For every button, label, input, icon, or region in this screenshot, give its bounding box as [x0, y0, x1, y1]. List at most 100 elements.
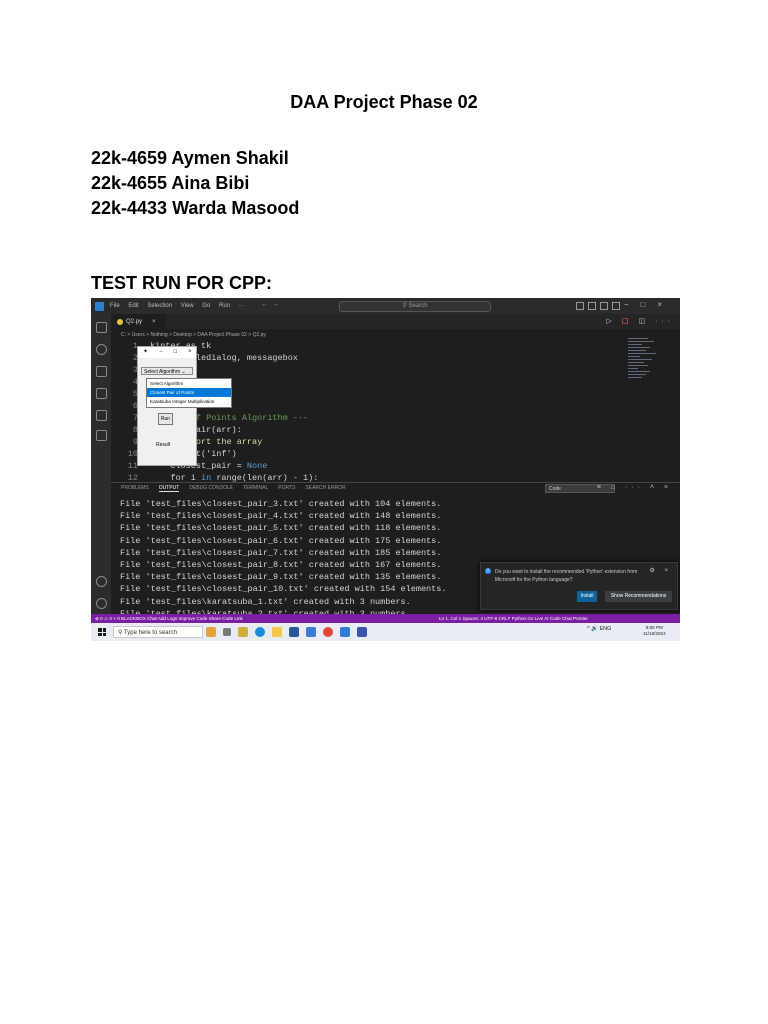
status-left[interactable]: ⊗ 0 ⚠ 0 ⑂ 0 BLACKBOX Chat Add Logs Impro… — [95, 614, 243, 623]
install-button[interactable]: Install — [577, 591, 597, 602]
run-button[interactable]: Run — [158, 413, 173, 425]
run-controls[interactable]: ▷ ▢ ◫ ··· — [607, 317, 674, 325]
taskbar-clock[interactable]: 9:00 PM 11/16/2024 — [643, 625, 666, 637]
output-line: File 'test_files\closest_pair_3.txt' cre… — [120, 499, 442, 509]
panel-tab-search-error[interactable]: SEARCH ERROR — [305, 485, 345, 492]
store-icon[interactable] — [289, 627, 299, 637]
output-line: File 'test_files\closest_pair_7.txt' cre… — [120, 547, 442, 558]
panel-tabs: PROBLEMS OUTPUT DEBUG CONSOLE TERMINAL P… — [121, 485, 356, 492]
status-bar: ⊗ 0 ⚠ 0 ⑂ 0 BLACKBOX Chat Add Logs Impro… — [91, 614, 680, 623]
close-icon[interactable]: × — [152, 319, 156, 325]
account-icon[interactable] — [96, 576, 107, 587]
google-chrome-icon[interactable] — [323, 627, 333, 637]
dropdown-option[interactable]: Select Algorithm — [147, 379, 231, 388]
chrome-icon[interactable] — [238, 627, 248, 637]
algorithm-select[interactable]: Select Algorithm ⌄ — [141, 367, 193, 375]
menu-item[interactable]: Go — [202, 303, 210, 309]
code-keyword: None — [246, 461, 268, 471]
layout-icon[interactable] — [576, 302, 584, 310]
output-line: File 'test_files\closest_pair_5.txt' cre… — [120, 523, 442, 534]
layout-icon[interactable] — [612, 302, 620, 310]
window-controls[interactable]: −□× — [624, 300, 674, 309]
line-number: 8 — [132, 425, 138, 435]
breadcrumb[interactable]: C: > Users > Nothing > Desktop > DAA Pro… — [121, 332, 266, 338]
line-number: 9 — [132, 437, 138, 447]
output-log: File 'test_files\closest_pair_3.txt' cre… — [120, 498, 446, 620]
menu-item[interactable]: Selection — [147, 303, 172, 309]
source-control-icon[interactable] — [96, 366, 107, 377]
layout-icon[interactable] — [600, 302, 608, 310]
minimap[interactable] — [628, 338, 658, 408]
dropdown-option-selected[interactable]: Closest Pair of Points — [147, 388, 231, 397]
taskbar-search-placeholder: Type here to search — [123, 630, 177, 636]
windows-start-icon[interactable] — [98, 628, 106, 636]
panel-tab-problems[interactable]: PROBLEMS — [121, 485, 149, 492]
menu-item[interactable]: ··· — [239, 303, 245, 309]
taskbar-search-input[interactable]: ⚲ Type here to search — [113, 626, 203, 638]
output-channel-value: Code — [549, 486, 561, 492]
layout-icon[interactable] — [588, 302, 596, 310]
task-view-icon[interactable] — [223, 628, 231, 636]
tk-window-controls[interactable]: ✦−□× — [138, 347, 196, 358]
panel-tab-output[interactable]: OUTPUT — [158, 485, 180, 492]
result-label: Result — [156, 442, 171, 448]
panel-tab-debug-console[interactable]: DEBUG CONSOLE — [189, 485, 233, 492]
show-recommendations-button[interactable]: Show Recommendations — [605, 591, 672, 602]
editor-tab[interactable]: Q2.py × — [111, 314, 166, 329]
file-explorer-icon[interactable] — [272, 627, 282, 637]
menu-item[interactable]: Run — [219, 303, 230, 309]
line-number: 7 — [132, 413, 138, 423]
menu-item[interactable]: Edit — [128, 303, 138, 309]
weather-widget-icon[interactable] — [206, 627, 216, 637]
output-line: File 'test_files\karatsuba_1.txt' create… — [120, 596, 411, 607]
title-bar: File Edit Selection View Go Run ··· ← → … — [91, 298, 680, 314]
dropdown-option[interactable]: Karatsuba Integer Multiplication — [147, 397, 231, 406]
settings-gear-icon[interactable] — [96, 598, 107, 609]
remote-explorer-icon[interactable] — [96, 430, 107, 441]
output-line: File 'test_files\closest_pair_10.txt' cr… — [120, 584, 447, 595]
run-debug-icon[interactable] — [96, 388, 107, 399]
output-line: File 'test_files\closest_pair_9.txt' cre… — [120, 572, 442, 583]
info-icon: i — [485, 568, 491, 574]
taskbar-apps — [206, 627, 367, 637]
line-number: 11 — [127, 461, 138, 471]
app-icon[interactable] — [306, 627, 316, 637]
line-number: 10 — [127, 449, 138, 459]
document-title: DAA Project Phase 02 — [290, 92, 478, 112]
menu-item[interactable]: View — [181, 303, 194, 309]
output-line: File 'test_files\closest_pair_6.txt' cre… — [120, 535, 442, 546]
command-search-box[interactable]: ⚲ Search — [339, 301, 491, 312]
explorer-icon[interactable] — [96, 322, 107, 333]
panel-tab-ports[interactable]: PORTS — [278, 485, 295, 492]
panel-tab-terminal[interactable]: TERMINAL — [243, 485, 268, 492]
select-value: Select Algorithm — [144, 369, 181, 375]
notification-controls[interactable]: ⚙ × — [649, 567, 672, 574]
panel-actions[interactable]: ≡ ⌂ ··· ˄ × — [597, 484, 672, 491]
section-heading: TEST RUN FOR CPP: — [91, 273, 273, 293]
word-icon[interactable] — [357, 627, 367, 637]
team-members: 22k-4659 Aymen Shakil 22k-4655 Aina Bibi… — [91, 146, 299, 221]
edge-icon[interactable] — [255, 627, 265, 637]
extensions-icon[interactable] — [96, 410, 107, 421]
member-name: 22k-4659 Aymen Shakil — [91, 148, 289, 168]
output-line: File 'test_files\closest_pair_4.txt' cre… — [120, 511, 442, 522]
clock-date: 11/16/2024 — [643, 631, 666, 636]
search-icon[interactable] — [96, 344, 107, 355]
member-name: 22k-4433 Warda Masood — [91, 198, 300, 218]
system-tray[interactable]: ^ 🔊 ENG — [587, 626, 611, 632]
extension-notification: i Do you want to install the recommended… — [480, 562, 678, 610]
notification-text: Do you want to install the recommended '… — [495, 569, 638, 583]
panel-divider[interactable] — [111, 482, 680, 483]
python-file-icon — [117, 318, 123, 325]
vscode-taskbar-icon[interactable] — [340, 627, 350, 637]
nav-arrows-icon[interactable]: ← → — [261, 301, 279, 308]
menu-item[interactable]: File — [110, 303, 120, 309]
line-number: 3 — [132, 365, 138, 375]
line-number: 4 — [132, 377, 138, 387]
status-right[interactable]: Ln 1, Col 1 Spaces: 4 UTF-8 CRLF Python … — [439, 614, 588, 623]
member-name: 22k-4655 Aina Bibi — [91, 173, 250, 193]
output-line: File 'test_files\closest_pair_8.txt' cre… — [120, 559, 442, 570]
line-number: 2 — [132, 353, 138, 363]
menu-bar: File Edit Selection View Go Run ··· — [110, 303, 252, 309]
vscode-screenshot: File Edit Selection View Go Run ··· ← → … — [91, 298, 680, 641]
